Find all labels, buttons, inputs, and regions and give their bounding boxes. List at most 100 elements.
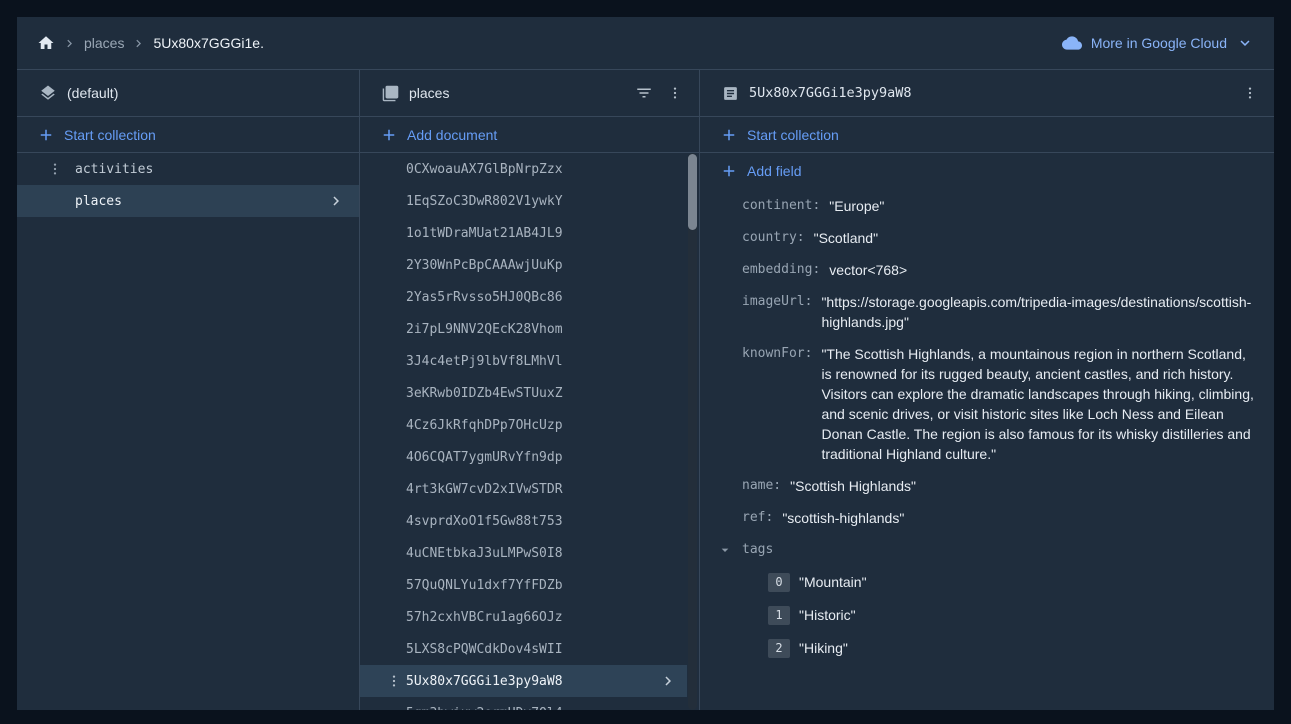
field-name: name: — [742, 476, 781, 496]
database-panel-header: (default) — [17, 70, 359, 117]
document-list-item[interactable]: 4Cz6JkRfqhDPp7OHcUzp — [360, 409, 687, 441]
array-index-badge: 0 — [768, 573, 790, 592]
document-list-item[interactable]: 3eKRwb0IDZb4EwSTUuxZ — [360, 377, 687, 409]
field-knownFor[interactable]: knownFor:"The Scottish Highlands, a moun… — [700, 344, 1258, 464]
field-value: "Europe" — [829, 196, 884, 216]
document-id: 2i7pL9NNV2QEcK28Vhom — [406, 322, 563, 337]
breadcrumb-collection[interactable]: places — [84, 35, 124, 51]
tag-array-item[interactable]: 2 "Hiking" — [700, 638, 1258, 658]
collection-item-activities[interactable]: activities — [17, 153, 359, 185]
document-icon — [722, 85, 739, 102]
breadcrumb-document: 5Ux80x7GGGi1e. — [153, 35, 264, 51]
collection-item-places[interactable]: places — [17, 185, 359, 217]
document-list-item[interactable]: 57h2cxhVBCru1ag66OJz — [360, 601, 687, 633]
document-id: 3J4c4etPj9lbVf8LMhVl — [406, 354, 563, 369]
document-panel: 5Ux80x7GGGi1e3py9aW8 Start collection Ad… — [700, 70, 1274, 710]
document-list-item[interactable]: 5LXS8cPQWCdkDov4sWII — [360, 633, 687, 665]
add-document-label: Add document — [407, 127, 497, 143]
tags-array-items: 0 "Mountain" 1 "Historic" 2 "Hiking" — [700, 572, 1258, 658]
firestore-panels: (default) Start collection activities — [17, 70, 1274, 710]
document-list-item[interactable]: 2Y30WnPcBpCAAAwjUuKp — [360, 249, 687, 281]
start-collection-button[interactable]: Start collection — [17, 117, 359, 152]
field-name: country: — [742, 228, 805, 248]
scrollbar-thumb[interactable] — [688, 154, 697, 230]
breadcrumb-bar: places 5Ux80x7GGGi1e. More in Google Clo… — [17, 17, 1274, 70]
document-list-item[interactable]: 0CXwoauAX7GlBpNrpZzx — [360, 153, 687, 185]
database-icon — [39, 84, 57, 102]
chevron-right-icon — [62, 36, 77, 51]
document-list-item[interactable]: 57QuQNLYu1dxf7YfFDZb — [360, 569, 687, 601]
array-index-badge: 2 — [768, 639, 790, 658]
add-document-button[interactable]: Add document — [360, 117, 699, 152]
add-field-button[interactable]: Add field — [700, 153, 1274, 188]
field-continent[interactable]: continent: "Europe" — [700, 196, 1258, 216]
field-name: embedding: — [742, 260, 820, 280]
collection-title: places — [409, 85, 449, 101]
start-collection-label: Start collection — [747, 127, 839, 143]
array-item-value: "Hiking" — [799, 638, 848, 658]
plus-icon — [380, 126, 398, 144]
document-list: 0CXwoauAX7GlBpNrpZzx 1EqSZoC3DwR802V1ywkY… — [360, 153, 687, 710]
expander-triangle-icon[interactable] — [716, 542, 734, 558]
chevron-right-icon — [659, 672, 677, 690]
array-item-value: "Historic" — [799, 605, 856, 625]
document-id: 1EqSZoC3DwR802V1ywkY — [406, 194, 563, 209]
collection-panel-header: places — [360, 70, 699, 117]
field-name: tags — [742, 540, 773, 560]
document-list-item[interactable]: 1o1tWDraMUat21AB4JL9 — [360, 217, 687, 249]
field-name[interactable]: name: "Scottish Highlands" — [700, 476, 1258, 496]
plus-icon — [720, 126, 738, 144]
collection-name: activities — [75, 162, 153, 177]
document-id: 5LXS8cPQWCdkDov4sWII — [406, 642, 563, 657]
filter-icon[interactable] — [633, 82, 655, 104]
database-title: (default) — [67, 85, 118, 101]
document-list-item[interactable]: 4rt3kGW7cvD2xIVwSTDR — [360, 473, 687, 505]
document-title: 5Ux80x7GGGi1e3py9aW8 — [749, 85, 912, 101]
field-name: ref: — [742, 508, 773, 528]
add-field-label: Add field — [747, 163, 801, 179]
document-list-item[interactable]: 2Yas5rRvsso5HJ0QBc86 — [360, 281, 687, 313]
field-ref[interactable]: ref:"scottish-highlands" — [700, 508, 1258, 528]
cloud-icon — [1062, 33, 1082, 53]
tag-array-item[interactable]: 1 "Historic" — [700, 605, 1258, 625]
array-index-badge: 1 — [768, 606, 790, 625]
document-list-item[interactable]: 1EqSZoC3DwR802V1ywkY — [360, 185, 687, 217]
kebab-menu-icon[interactable] — [1240, 83, 1260, 103]
tag-array-item[interactable]: 0 "Mountain" — [700, 572, 1258, 592]
more-in-google-cloud-button[interactable]: More in Google Cloud — [1062, 33, 1254, 53]
field-embedding[interactable]: embedding:vector<768> — [700, 260, 1258, 280]
scrollbar-track[interactable] — [688, 153, 697, 710]
more-in-google-cloud-label: More in Google Cloud — [1091, 35, 1227, 51]
collection-tree: activities places — [17, 153, 359, 217]
document-id: 57QuQNLYu1dxf7YfFDZb — [406, 578, 563, 593]
kebab-menu-icon[interactable] — [665, 83, 685, 103]
field-tags[interactable]: tags — [700, 540, 1258, 560]
field-imageUrl[interactable]: imageUrl:"https://storage.googleapis.com… — [700, 292, 1258, 332]
plus-icon — [37, 126, 55, 144]
collection-name: places — [75, 194, 122, 209]
document-list-item[interactable]: 4O6CQAT7ygmURvYfn9dp — [360, 441, 687, 473]
document-id: 5Ux80x7GGGi1e3py9aW8 — [406, 674, 563, 689]
start-collection-button[interactable]: Start collection — [700, 117, 1274, 152]
document-list-item[interactable]: 5Ux80x7GGGi1e3py9aW8 — [360, 665, 687, 697]
kebab-menu-icon[interactable] — [47, 161, 75, 177]
document-list-item[interactable]: 4svprdXoO1f5Gw88t753 — [360, 505, 687, 537]
document-list-item[interactable]: 4uCNEtbkaJ3uLMPwS0I8 — [360, 537, 687, 569]
field-country[interactable]: country:"Scotland" — [700, 228, 1258, 248]
document-id: 3eKRwb0IDZb4EwSTUuxZ — [406, 386, 563, 401]
start-collection-label: Start collection — [64, 127, 156, 143]
document-list-item[interactable]: 2i7pL9NNV2QEcK28Vhom — [360, 313, 687, 345]
chevron-right-icon — [131, 36, 146, 51]
home-icon[interactable] — [37, 34, 55, 52]
document-list-item[interactable]: 5gm3bwiuw2ormHDv7Ql4 — [360, 697, 687, 710]
firestore-console: places 5Ux80x7GGGi1e. More in Google Clo… — [17, 17, 1274, 710]
array-item-value: "Mountain" — [799, 572, 867, 592]
document-id: 4uCNEtbkaJ3uLMPwS0I8 — [406, 546, 563, 561]
kebab-menu-icon[interactable] — [386, 673, 406, 689]
field-value: "Scottish Highlands" — [790, 476, 916, 496]
field-list: continent: "Europe" country:"Scotland" embe… — [700, 196, 1258, 528]
field-list-container: continent: "Europe" country:"Scotland" embe… — [700, 188, 1274, 671]
document-list-item[interactable]: 3J4c4etPj9lbVf8LMhVl — [360, 345, 687, 377]
field-name: continent: — [742, 196, 820, 216]
collection-panel: places Add document 0CXwoauAX7GlBpNrpZzx… — [360, 70, 700, 710]
